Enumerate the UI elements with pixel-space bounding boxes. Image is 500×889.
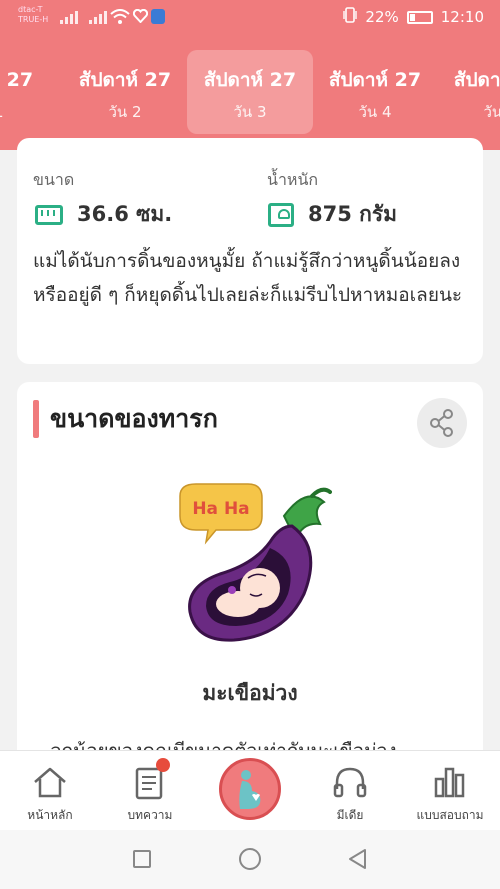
tab-day-label: วัน 5: [483, 103, 500, 121]
nav-survey[interactable]: แบบสอบถาม: [410, 751, 490, 831]
bubble-text: Ha Ha: [192, 499, 249, 519]
weight-value: 875 กรัม: [308, 202, 397, 226]
nav-home-label: หน้าหลัก: [27, 808, 73, 822]
battery-icon: [406, 10, 433, 24]
carrier-1: dtac-T: [18, 5, 43, 14]
nav-home[interactable]: หน้าหลัก: [10, 751, 90, 831]
home-icon: [34, 767, 66, 798]
home-button[interactable]: [239, 848, 261, 870]
clock: 12:10: [440, 8, 484, 26]
heart-app-icon: [132, 8, 149, 27]
tab-week-label: สัปดาห์ 27: [203, 69, 297, 91]
wifi-icon: [110, 9, 130, 29]
system-navigation: [0, 830, 500, 889]
size-label: ขนาด: [33, 170, 75, 189]
nav-media[interactable]: มีเดีย: [310, 751, 390, 831]
pregnant-mother-icon: [239, 770, 261, 809]
tab-day-label: วัน 1: [0, 100, 50, 124]
size-value: 36.6 ซม.: [77, 202, 173, 226]
pregnancy-center-button[interactable]: [219, 758, 281, 820]
bar-chart-icon: [434, 767, 465, 798]
notification-badge: [156, 758, 170, 772]
tab-day-3[interactable]: สัปดาห์ 27 วัน 3: [187, 50, 313, 134]
tab-day-5[interactable]: สัปดาห์ 27 วัน 5: [437, 50, 500, 134]
weight-stat: 875 กรัม: [268, 198, 397, 231]
status-right: 22% 12:10: [343, 7, 484, 27]
nav-articles[interactable]: บทความ: [110, 751, 190, 831]
week-description: แม่ได้นับการดิ้นของหนูมั้ย ถ้าแม่รู้สึกว…: [33, 250, 463, 306]
tab-day-label: วัน 2: [108, 103, 142, 121]
nav-media-label: มีเดีย: [336, 808, 364, 822]
nav-survey-label: แบบสอบถาม: [416, 808, 484, 822]
stats-card: ขนาด น้ำหนัก 36.6 ซม. 875 กรัม แม่ได้นับ…: [17, 138, 483, 364]
recent-apps-button[interactable]: [133, 850, 151, 868]
tab-week-label: สัปดาห์ 27: [328, 69, 422, 91]
battery-percent: 22%: [365, 8, 399, 26]
ruler-icon: [35, 204, 63, 225]
back-button[interactable]: [347, 848, 367, 870]
section-accent-bar: [33, 400, 39, 438]
tab-day-4[interactable]: สัปดาห์ 27 วัน 4: [312, 50, 438, 134]
tab-day-2[interactable]: สัปดาห์ 27 วัน 2: [62, 50, 188, 134]
tab-week-label: สัปดาห์ 27: [0, 69, 34, 91]
tab-day-label: วัน 3: [233, 103, 267, 121]
section-title: ขนาดของทารก: [50, 404, 218, 433]
share-button[interactable]: [417, 398, 467, 448]
carrier-names: dtac-T TRUE-H: [18, 5, 48, 25]
carrier-2: TRUE-H: [18, 15, 49, 24]
tab-week-label: สัปดาห์ 27: [453, 69, 500, 91]
tab-day-label: วัน 4: [358, 103, 392, 121]
status-bar: dtac-T TRUE-H 22% 12:10: [0, 0, 500, 34]
fruit-name: มะเขือม่วง: [202, 681, 298, 705]
size-stat: 36.6 ซม.: [35, 198, 172, 231]
signal-icon: [89, 10, 107, 24]
fruit-description: ลูกน้อยของคุณมีขนาดตัวเท่ากับมะเขือม่วง: [50, 734, 470, 750]
signal-icon: [60, 10, 78, 24]
scale-icon: [268, 202, 294, 227]
share-icon: [430, 409, 453, 437]
week-day-tabs: สัปดาห์ 27 วัน 1 สัปดาห์ 27 วัน 2 สัปดาห…: [0, 50, 500, 134]
nav-articles-label: บทความ: [127, 808, 173, 822]
tab-week-label: สัปดาห์ 27: [78, 69, 172, 91]
eggplant-illustration: Ha Ha: [179, 483, 332, 642]
weight-label: น้ำหนัก: [267, 170, 319, 189]
bottom-navigation: หน้าหลัก บทความ มีเดีย แบบสอบถาม: [0, 750, 500, 830]
shield-app-icon: [151, 9, 165, 24]
headphones-icon: [333, 767, 367, 798]
baby-size-card: ขนาดของทารก Ha Ha มะเขือม่วง ลูกน้อยของค…: [17, 382, 483, 762]
vibrate-icon: [343, 7, 358, 27]
app-header: dtac-T TRUE-H 22% 12:10 สัปดาห์ 27 วัน 1: [0, 0, 500, 150]
tab-day-1[interactable]: สัปดาห์ 27 วัน 1: [0, 50, 50, 134]
